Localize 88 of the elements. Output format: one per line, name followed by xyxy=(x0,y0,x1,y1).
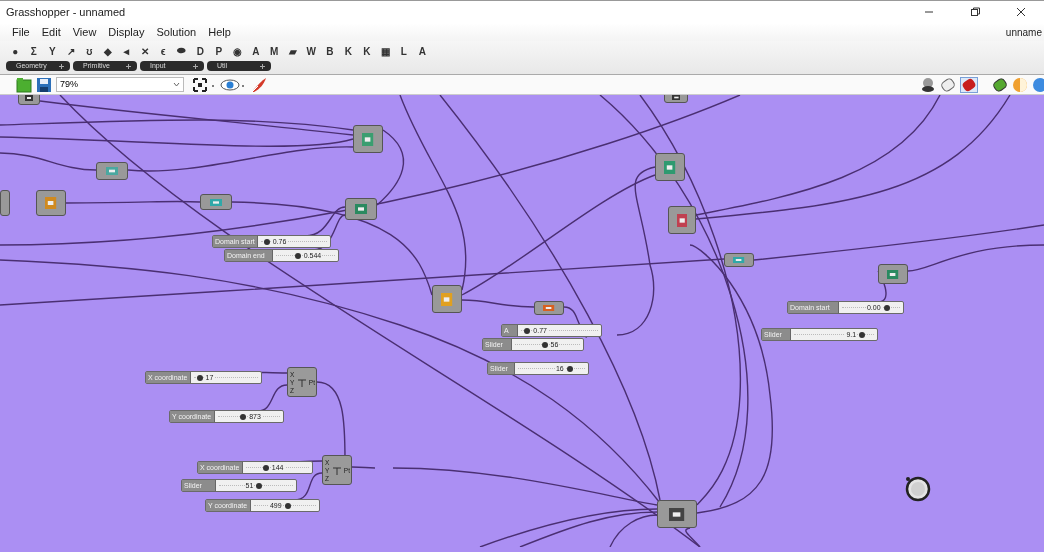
component-node[interactable] xyxy=(724,253,754,267)
plus-icon xyxy=(193,63,198,69)
component-tab[interactable]: K xyxy=(339,45,358,57)
component-tab[interactable]: W xyxy=(302,45,321,57)
dial-icon[interactable] xyxy=(905,476,931,502)
point-icon xyxy=(298,379,306,387)
component-icon xyxy=(887,269,899,279)
slider-handle[interactable] xyxy=(256,482,263,489)
shape-icon[interactable] xyxy=(992,76,1008,93)
slider-handle[interactable] xyxy=(524,327,531,334)
menu-item[interactable]: Display xyxy=(102,26,151,38)
slider-handle[interactable] xyxy=(883,304,890,311)
plus-icon xyxy=(59,63,64,69)
component-icon xyxy=(106,167,118,175)
preview-off-icon[interactable] xyxy=(920,76,936,93)
component-tab[interactable]: D xyxy=(191,45,210,57)
slider-handle[interactable] xyxy=(196,374,203,381)
component-tab[interactable]: ϵ xyxy=(154,45,173,57)
point-icon xyxy=(333,467,341,475)
component-icon xyxy=(676,213,688,227)
component-node[interactable] xyxy=(657,500,697,528)
component-tab[interactable]: L xyxy=(394,45,413,57)
slider-handle[interactable] xyxy=(859,331,866,338)
component-tab[interactable]: K xyxy=(357,45,376,57)
component-tab[interactable]: Σ xyxy=(24,45,43,57)
component-tab[interactable]: ʊ xyxy=(80,45,99,57)
component-tab[interactable]: ◉ xyxy=(228,45,247,57)
component-tab[interactable]: ● xyxy=(6,45,25,57)
component-node[interactable] xyxy=(432,285,462,313)
component-tab[interactable]: ↗ xyxy=(61,45,80,57)
plus-icon xyxy=(126,63,131,69)
menu-item[interactable]: File xyxy=(6,26,36,38)
component-node[interactable] xyxy=(878,264,908,284)
component-tab[interactable]: ◆ xyxy=(98,45,117,57)
zoom-field[interactable]: 79% xyxy=(56,77,184,92)
component-tab[interactable]: ▰ xyxy=(283,45,302,57)
component-icon xyxy=(210,198,222,206)
menu-item[interactable]: Help xyxy=(202,26,237,38)
eye-icon[interactable] xyxy=(220,76,246,93)
component-icon xyxy=(362,132,374,146)
component-icon xyxy=(543,305,555,311)
slider-handle[interactable] xyxy=(262,464,269,471)
component-node[interactable] xyxy=(36,190,66,216)
shaded-icon[interactable] xyxy=(960,76,978,93)
menu-item[interactable]: Edit xyxy=(35,26,67,38)
component-icon xyxy=(733,257,745,263)
plus-icon xyxy=(260,63,265,69)
menu-item[interactable]: Solution xyxy=(150,26,203,38)
component-tab[interactable]: M xyxy=(265,45,284,57)
save-icon[interactable] xyxy=(36,76,52,93)
component-icon xyxy=(664,160,676,174)
component-tab[interactable]: A xyxy=(246,45,265,57)
restore-icon xyxy=(970,7,980,17)
zoom-extents-icon[interactable] xyxy=(192,76,216,93)
component-tab[interactable]: P xyxy=(209,45,228,57)
component-node[interactable] xyxy=(200,194,232,210)
component-tab[interactable]: A xyxy=(413,45,432,57)
component-tab[interactable]: ▦ xyxy=(376,45,395,57)
component-node[interactable] xyxy=(353,125,383,153)
component-tab[interactable]: Y xyxy=(43,45,62,57)
slider-handle[interactable] xyxy=(541,341,548,348)
component-node[interactable] xyxy=(18,95,40,105)
wireframe-icon[interactable] xyxy=(940,76,956,93)
component-node[interactable] xyxy=(0,190,10,216)
component-icon xyxy=(441,292,453,306)
component-tab[interactable]: ✕ xyxy=(135,45,154,57)
slider-handle[interactable] xyxy=(284,502,291,509)
slider-handle[interactable] xyxy=(566,365,573,372)
menu-item[interactable]: View xyxy=(66,26,103,38)
component-icon xyxy=(355,204,367,214)
slider-handle[interactable] xyxy=(263,238,270,245)
component-icon xyxy=(669,507,685,521)
component-node[interactable] xyxy=(345,198,377,220)
slider-handle[interactable] xyxy=(240,413,247,420)
slider-handle[interactable] xyxy=(294,252,301,259)
component-icon xyxy=(45,197,57,209)
component-tab[interactable]: ◄ xyxy=(117,45,136,57)
component-node[interactable] xyxy=(655,153,685,181)
close-icon xyxy=(1016,7,1026,17)
component-tab[interactable]: B xyxy=(320,45,339,57)
window-title: Grasshopper - unnamed xyxy=(6,6,127,18)
component-tab[interactable]: ⬬ xyxy=(172,45,191,57)
open-file-icon[interactable] xyxy=(16,76,32,93)
component-node[interactable] xyxy=(96,162,128,180)
component-node[interactable] xyxy=(534,301,564,315)
feather-icon[interactable] xyxy=(250,76,268,93)
document-tab[interactable]: unname xyxy=(1003,26,1044,38)
component-node[interactable] xyxy=(668,206,696,234)
